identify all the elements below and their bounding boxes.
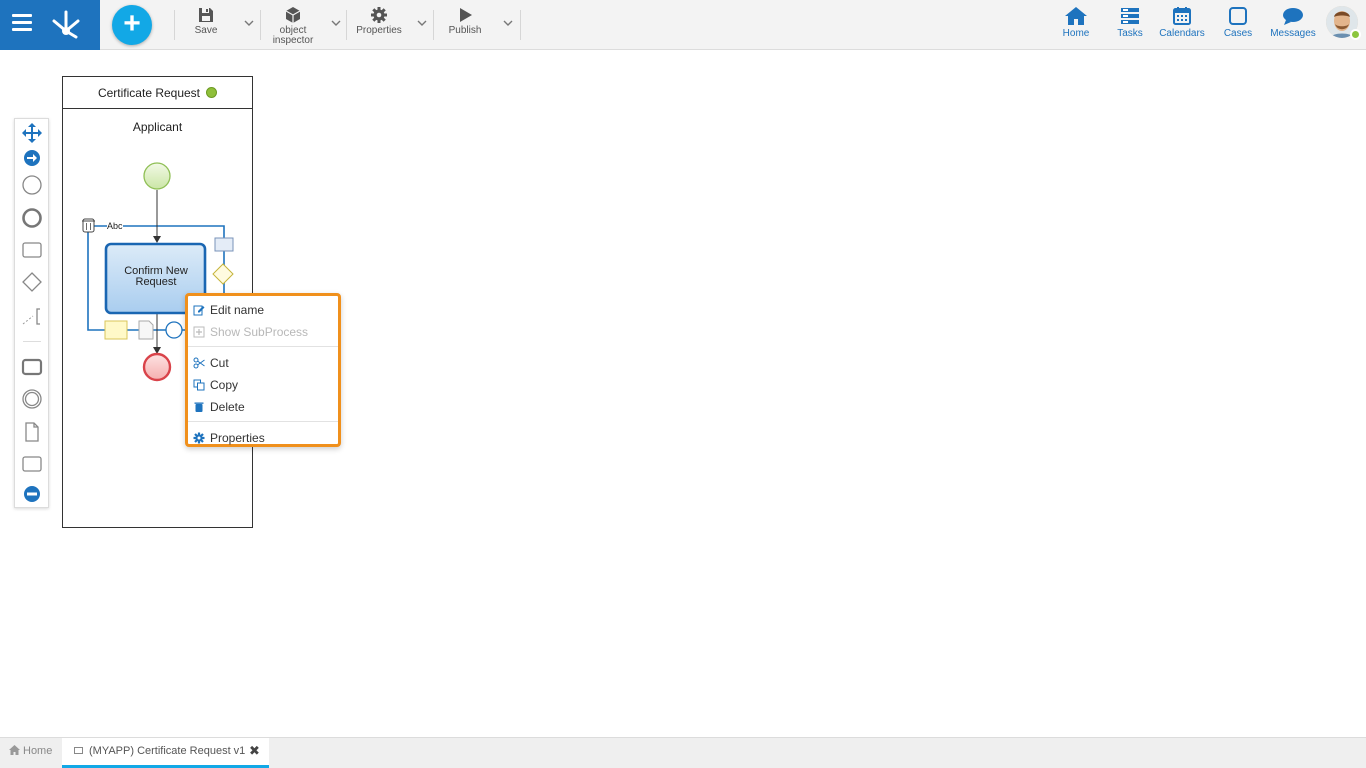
menu-item-cut[interactable]: Cut	[188, 352, 338, 374]
start-event-circle-icon[interactable]	[21, 174, 43, 196]
app-logo-icon[interactable]	[50, 9, 82, 41]
properties-toolbar-label: Properties	[356, 25, 402, 36]
publish-dropdown-chevron-icon[interactable]	[502, 17, 514, 29]
menu-divider	[188, 346, 338, 347]
save-button[interactable]: Save	[190, 6, 222, 36]
bottom-tab-bar: Home (MYAPP) Certificate Request v1 ✖	[0, 737, 1366, 768]
trash-icon[interactable]	[82, 218, 95, 233]
menu-item-show-subprocess: Show SubProcess	[188, 321, 338, 343]
quick-add-annotation-icon[interactable]	[104, 320, 128, 340]
toolbar-divider	[520, 10, 521, 40]
document-icon[interactable]	[21, 421, 43, 443]
annotation-icon[interactable]	[21, 305, 43, 327]
tab-close-icon[interactable]: ✖	[249, 738, 260, 764]
menu-item-copy-label: Copy	[210, 378, 239, 392]
pool-status-icon	[206, 87, 218, 98]
house-icon	[9, 745, 20, 755]
nav-messages[interactable]: Messages	[1269, 6, 1317, 39]
object-inspector-label-line2: inspector	[272, 35, 314, 46]
nav-messages-label: Messages	[1270, 28, 1316, 39]
inspector-dropdown-chevron-icon[interactable]	[330, 17, 342, 29]
toolbar-divider	[174, 10, 175, 40]
quick-add-intermediate-event-icon[interactable]	[165, 321, 183, 339]
save-dropdown-chevron-icon[interactable]	[243, 17, 255, 29]
hamburger-menu-icon[interactable]	[12, 14, 32, 34]
nav-cases[interactable]: Cases	[1222, 6, 1254, 39]
copy-icon	[193, 379, 205, 391]
quick-add-document-icon[interactable]	[138, 320, 154, 340]
menu-item-delete-label: Delete	[210, 400, 245, 414]
cube-icon	[285, 7, 301, 23]
cases-square-icon	[1229, 7, 1247, 25]
object-inspector-button[interactable]: object inspector	[268, 6, 318, 46]
context-menu: Edit name Show SubProcess Cut Copy Delet…	[185, 293, 341, 447]
properties-dropdown-chevron-icon[interactable]	[416, 17, 428, 29]
tab-home[interactable]: Home	[0, 738, 62, 768]
publish-label: Publish	[448, 25, 482, 36]
toolbar-divider	[346, 10, 347, 40]
add-new-button[interactable]: +	[112, 5, 152, 45]
text-tool-label[interactable]: Abc	[107, 221, 123, 231]
toolbar-divider	[260, 10, 261, 40]
quick-add-task-icon[interactable]	[214, 237, 234, 252]
gateway-diamond-icon[interactable]	[21, 271, 43, 293]
gear-icon	[193, 432, 205, 444]
menu-item-edit-name[interactable]: Edit name	[188, 299, 338, 321]
pool-title: Certificate Request	[97, 86, 201, 100]
window-icon	[74, 747, 83, 754]
nav-tasks-label: Tasks	[1117, 28, 1143, 39]
group-rectangle-icon[interactable]	[21, 453, 43, 475]
menu-item-delete[interactable]: Delete	[188, 396, 338, 418]
tasks-list-icon	[1121, 8, 1139, 24]
move-arrows-icon[interactable]	[21, 122, 43, 144]
chat-bubble-icon	[1283, 8, 1303, 25]
calendar-icon	[1173, 7, 1191, 25]
scissors-icon	[193, 357, 205, 369]
play-icon	[460, 8, 472, 22]
nav-calendars[interactable]: Calendars	[1157, 6, 1207, 39]
task-rectangle-icon[interactable]	[21, 239, 43, 261]
menu-item-cut-label: Cut	[210, 356, 229, 370]
intermediate-event-icon[interactable]	[21, 388, 43, 410]
nav-home[interactable]: Home	[1060, 6, 1092, 39]
tab-home-label: Home	[23, 745, 53, 757]
task-name-line2: Request	[135, 276, 177, 288]
connector-arrow-icon[interactable]	[21, 147, 43, 169]
end-event[interactable]	[142, 352, 172, 382]
floppy-disk-icon	[199, 8, 213, 22]
properties-toolbar-button[interactable]: Properties	[354, 6, 404, 36]
menu-item-copy[interactable]: Copy	[188, 374, 338, 396]
palette-divider	[23, 341, 41, 342]
top-toolbar: + Save object inspector Properties Publi…	[0, 0, 1366, 50]
tab-document-label: (MYAPP) Certificate Request v1	[89, 745, 246, 757]
nav-home-label: Home	[1062, 28, 1090, 39]
publish-button[interactable]: Publish	[446, 6, 484, 36]
nav-tasks[interactable]: Tasks	[1115, 6, 1145, 39]
trash-icon	[194, 402, 204, 412]
save-label: Save	[194, 25, 218, 36]
menu-item-properties[interactable]: Properties	[188, 427, 338, 449]
start-event[interactable]	[143, 162, 171, 190]
gear-icon	[371, 7, 387, 23]
toolbar-divider	[433, 10, 434, 40]
end-event-circle-icon[interactable]	[21, 207, 43, 229]
menu-item-properties-label: Properties	[210, 431, 265, 445]
menu-block	[0, 0, 100, 50]
online-status-badge	[1350, 29, 1361, 40]
shape-palette	[14, 118, 49, 508]
edit-pencil-icon	[193, 305, 205, 316]
plus-square-icon	[193, 326, 205, 338]
menu-item-show-subprocess-label: Show SubProcess	[210, 325, 309, 339]
menu-divider	[188, 421, 338, 422]
collapse-minus-icon[interactable]	[21, 483, 43, 505]
subprocess-rectangle-icon[interactable]	[21, 356, 43, 378]
tab-certificate-request[interactable]: (MYAPP) Certificate Request v1 ✖	[62, 738, 269, 768]
nav-calendars-label: Calendars	[1159, 28, 1205, 39]
pool-header[interactable]: Certificate Request	[63, 77, 252, 109]
lane-title: Applicant	[132, 120, 183, 134]
nav-cases-label: Cases	[1223, 28, 1253, 39]
task-name-label: Confirm New Request	[108, 266, 204, 288]
house-icon	[1065, 7, 1087, 25]
menu-item-edit-name-label: Edit name	[210, 303, 265, 317]
